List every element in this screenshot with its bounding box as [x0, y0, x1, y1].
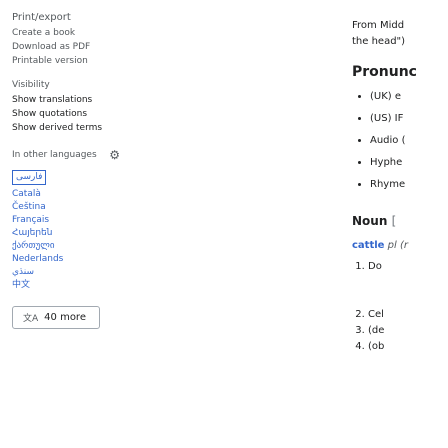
pron-item-rhyme[interactable]: Rhyme [370, 174, 448, 196]
language-link-ca[interactable]: Català [12, 188, 202, 201]
sense-1: Do [368, 259, 448, 275]
etymology-line-1: From Midd [352, 20, 405, 31]
noun-edit-bracket: [ [391, 214, 397, 228]
sense-list-2: Cel (de (ob [352, 307, 448, 355]
visibility-heading: Visibility [12, 80, 50, 90]
show-translations-toggle[interactable]: Show translations [12, 93, 202, 107]
pronunciation-heading: Pronunc [352, 64, 417, 80]
pron-item-us: (US) IF [370, 108, 448, 130]
language-link-zh[interactable]: 中文 [12, 279, 202, 292]
sense-2: Cel [368, 307, 448, 323]
language-link-fa[interactable]: فارسی [12, 170, 47, 185]
noun-heading: Noun [352, 214, 388, 228]
show-quotations-toggle[interactable]: Show quotations [12, 107, 202, 121]
language-link-sd[interactable]: سنڌي [12, 266, 202, 279]
print-export-heading: Print/export [12, 12, 71, 23]
download-pdf-link[interactable]: Download as PDF [12, 40, 202, 54]
sense-4: (ob [368, 339, 448, 355]
pron-item-audio[interactable]: Audio ( [370, 130, 448, 152]
main-content: From Midd the head") Pronunc (UK) e (US)… [352, 18, 448, 355]
gear-icon[interactable]: ⚙ [109, 149, 121, 161]
create-book-link[interactable]: Create a book [12, 26, 202, 40]
language-link-nl[interactable]: Nederlands [12, 253, 202, 266]
noun-heading-row: Noun [ [352, 214, 448, 228]
show-derived-terms-toggle[interactable]: Show derived terms [12, 121, 202, 135]
languages-heading: In other languages [12, 150, 97, 160]
pron-item-hyphenation: Hyphe [370, 152, 448, 174]
pron-item-uk: (UK) e [370, 86, 448, 108]
language-list: فارسی Català Čeština Français Հայերեն ქა… [12, 164, 202, 292]
printable-version-link[interactable]: Printable version [12, 54, 202, 68]
language-link-fr[interactable]: Français [12, 214, 202, 227]
more-languages-button[interactable]: 文A 40 more [12, 306, 100, 329]
sense-3: (de [368, 323, 448, 339]
pronunciation-list: (UK) e (US) IF Audio ( Hyphe Rhyme [352, 86, 448, 196]
language-link-hy[interactable]: Հայերեն [12, 227, 202, 240]
language-link-cs[interactable]: Čeština [12, 201, 202, 214]
more-languages-label: 40 more [44, 312, 86, 323]
translate-icon: 文A [23, 314, 39, 324]
page: Print/export Create a book Download as P… [0, 0, 448, 448]
sidebar: Print/export Create a book Download as P… [12, 10, 202, 329]
languages-heading-row: In other languages ⚙ [12, 146, 202, 164]
etymology-line-2: the head") [352, 36, 406, 47]
headword-inflection[interactable]: pl (r [388, 240, 408, 251]
sense-list-1: Do [352, 259, 448, 275]
language-link-ka[interactable]: ქართული [12, 240, 202, 253]
headword: cattle [352, 240, 385, 251]
headword-row: cattle pl (r [352, 240, 448, 251]
